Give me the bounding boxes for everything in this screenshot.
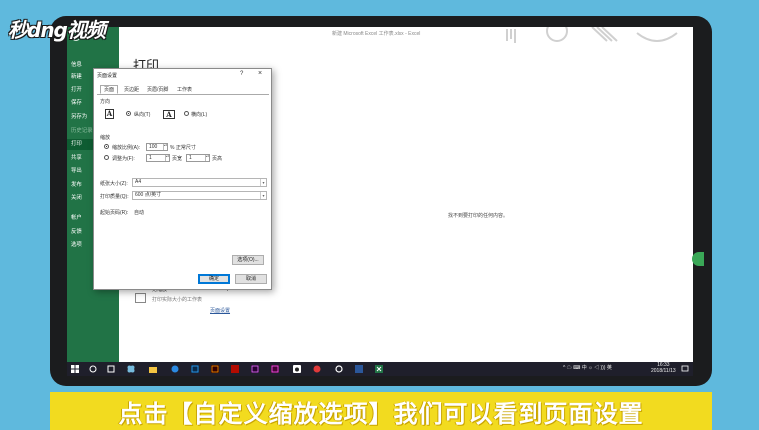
- page-setup-dialog: 页面设置 ? × 页面 页边距 页眉/页脚 工作表 方向 A 纵向(T) A 横…: [93, 68, 272, 290]
- print-quality-value: 600 点/英寸: [135, 192, 162, 198]
- close-icon[interactable]: ×: [258, 70, 262, 77]
- windows-start-icon[interactable]: [71, 365, 79, 373]
- acrobat-icon[interactable]: [231, 365, 239, 373]
- options-button[interactable]: 选项(O)...: [232, 255, 264, 265]
- task-view-icon[interactable]: [107, 365, 115, 373]
- screen: 新建 Microsoft Excel 工作表.xlsx - Excel 信息 新…: [67, 27, 693, 376]
- system-tray[interactable]: ^ ☁ ⌨ 中 ☼ ◁ ))) 英: [563, 364, 612, 371]
- fit-to-radio[interactable]: [104, 155, 109, 160]
- fit-wide-value: 1: [149, 155, 152, 161]
- window-title: 新建 Microsoft Excel 工作表.xlsx - Excel: [332, 31, 421, 37]
- tab-sheet[interactable]: 工作表: [173, 85, 196, 94]
- landscape-page-icon: A: [163, 110, 175, 119]
- chevron-down-icon: ▾: [260, 192, 266, 199]
- taskbar: ^ ☁ ⌨ 中 ☼ ◁ ))) 英 16:33 2018/11/13: [67, 362, 693, 376]
- chevron-down-icon: ▾: [260, 179, 266, 186]
- portrait-radio[interactable]: [126, 111, 131, 116]
- app-ring-icon[interactable]: [335, 365, 343, 373]
- first-page-label: 起始页码(R):: [100, 210, 129, 216]
- excel-icon[interactable]: [375, 365, 383, 373]
- preview-empty-message: 找不到要打印的任何内容。: [448, 213, 509, 219]
- subtitle-band: 点击【自定义缩放选项】我们可以看到页面设置: [50, 392, 712, 430]
- subtitle-text: 点击【自定义缩放选项】我们可以看到页面设置: [118, 400, 644, 428]
- clock[interactable]: 16:33 2018/11/13: [651, 362, 676, 374]
- adjust-to-radio[interactable]: [104, 144, 109, 149]
- fit-wide-unit: 页宽: [172, 156, 183, 162]
- spinner-arrows-icon[interactable]: ▴▾: [163, 144, 167, 150]
- illustrator-icon[interactable]: [211, 365, 219, 373]
- edge-browser-icon[interactable]: [171, 365, 179, 373]
- word-icon[interactable]: [355, 365, 363, 373]
- app-clover-icon[interactable]: [127, 365, 135, 373]
- scaling-description: 打印实际大小的工作表: [152, 297, 203, 303]
- paper-size-label: 纸张大小(Z):: [100, 181, 128, 187]
- fit-tall-spinner[interactable]: 1 ▴▾: [186, 154, 210, 162]
- portrait-page-icon: A: [105, 109, 114, 119]
- search-icon[interactable]: [89, 365, 97, 373]
- fit-tall-unit: 页高: [212, 156, 223, 162]
- cancel-button[interactable]: 取消: [235, 274, 267, 284]
- fit-to-label: 调整为(F):: [112, 156, 135, 162]
- adjust-to-value: 100: [149, 144, 158, 150]
- premiere-icon[interactable]: [251, 365, 259, 373]
- spinner-arrows-icon[interactable]: ▴▾: [205, 155, 209, 161]
- scaling-label: 缩放: [100, 135, 111, 141]
- adobe-app-icon[interactable]: [271, 365, 279, 373]
- spinner-arrows-icon[interactable]: ▴▾: [165, 155, 169, 161]
- fit-tall-value: 1: [189, 155, 192, 161]
- first-page-value[interactable]: 自动: [134, 209, 144, 216]
- adjust-to-label: 缩放比例(A):: [112, 145, 141, 151]
- tab-margins[interactable]: 页边距: [120, 85, 143, 94]
- app-red-icon[interactable]: [313, 365, 321, 373]
- paper-size-select[interactable]: A4 ▾: [132, 178, 267, 187]
- file-explorer-icon[interactable]: [149, 365, 157, 373]
- tab-divider: [97, 94, 269, 95]
- header-decoration: [506, 27, 678, 43]
- paper-size-value: A4: [135, 179, 142, 185]
- print-quality-label: 打印质量(Q):: [100, 194, 129, 200]
- adjust-to-unit: % 正常尺寸: [170, 145, 196, 151]
- ok-button[interactable]: 确定: [198, 274, 230, 284]
- tab-header-footer[interactable]: 页眉/页脚: [143, 85, 172, 94]
- clock-date: 2018/11/13: [651, 368, 676, 374]
- portrait-label: 纵向(T): [134, 112, 151, 118]
- page-setup-link[interactable]: 页面设置: [210, 307, 230, 314]
- tab-page[interactable]: 页面: [100, 85, 119, 94]
- orientation-label: 方向: [100, 99, 111, 105]
- notification-icon[interactable]: [681, 365, 689, 373]
- print-quality-select[interactable]: 600 点/英寸 ▾: [132, 191, 267, 200]
- landscape-label: 横向(L): [191, 112, 208, 118]
- adjust-to-spinner[interactable]: 100 ▴▾: [146, 143, 168, 151]
- landscape-radio[interactable]: [184, 111, 189, 116]
- photoshop-icon[interactable]: [191, 365, 199, 373]
- dialog-title: 页面设置: [97, 73, 118, 79]
- fit-wide-spinner[interactable]: 1 ▴▾: [146, 154, 170, 162]
- no-scaling-icon: [135, 293, 146, 303]
- app-cat-icon[interactable]: [293, 365, 301, 373]
- help-button[interactable]: ?: [240, 71, 243, 77]
- watermark-logo: 秒dng视频: [8, 18, 106, 42]
- floating-side-button[interactable]: [692, 252, 704, 266]
